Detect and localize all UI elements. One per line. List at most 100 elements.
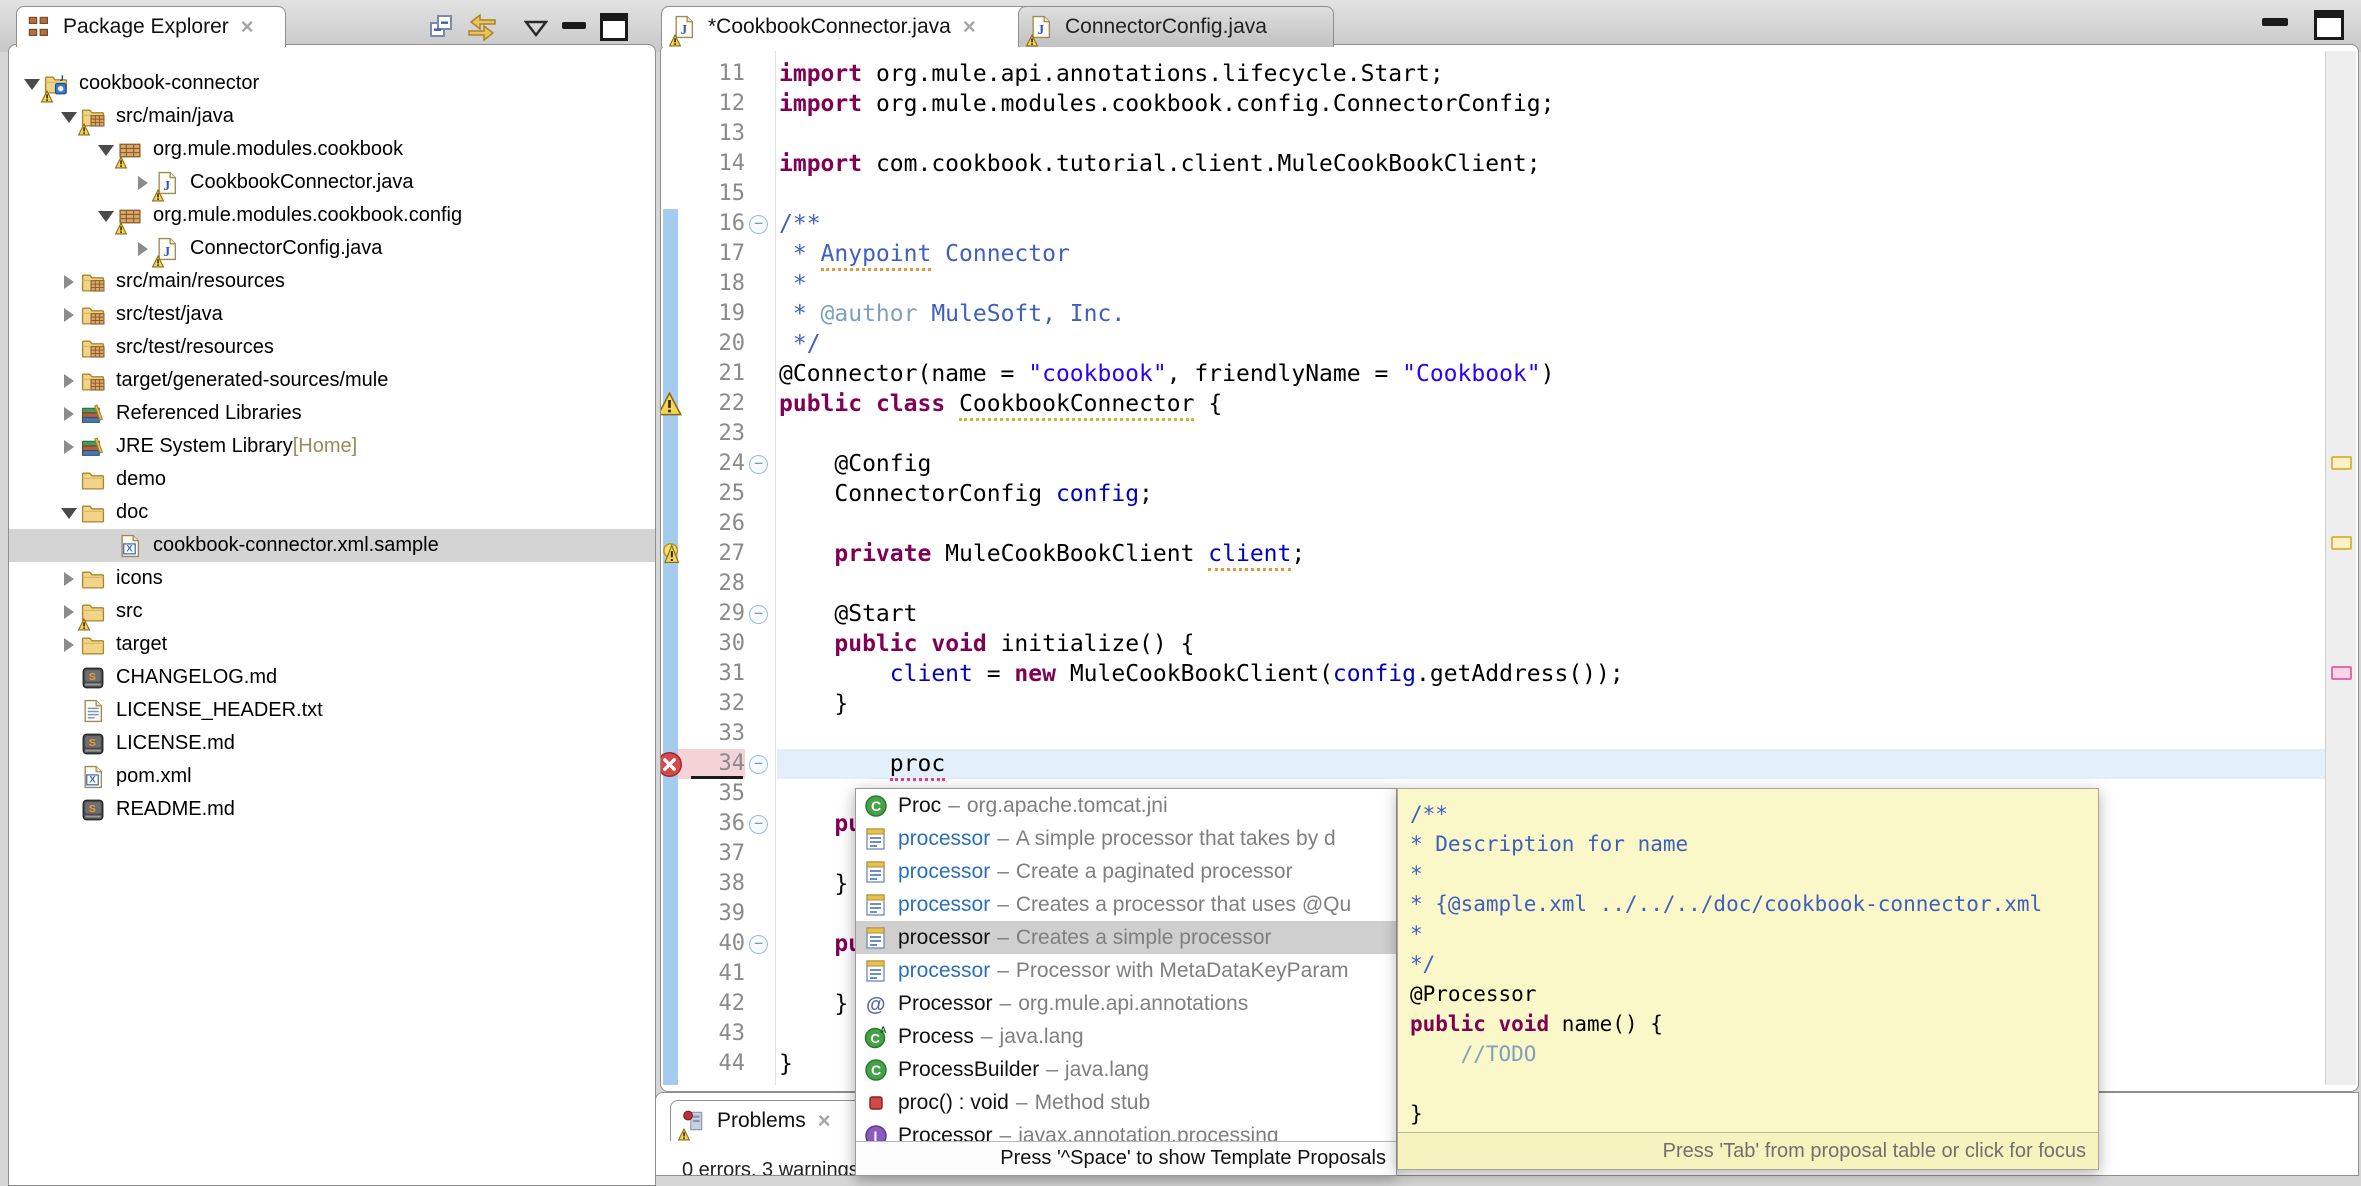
code-line-20[interactable]: 20 */ [661, 329, 2325, 359]
warning-marker[interactable] [2331, 536, 2352, 550]
tree-item[interactable]: demo [9, 463, 655, 496]
code-line-11[interactable]: 11import org.mule.api.annotations.lifecy… [661, 59, 2325, 89]
chevron-collapsed-icon[interactable] [60, 307, 81, 323]
code-line-30[interactable]: 30 public void initialize() { [661, 629, 2325, 659]
fold-collapse-icon[interactable]: − [749, 935, 768, 954]
view-maximize-button[interactable] [600, 13, 628, 41]
fold-collapse-icon[interactable]: − [749, 605, 768, 624]
fold-collapse-icon[interactable]: − [749, 755, 768, 774]
bulb-warning-gutter-icon[interactable] [660, 541, 683, 568]
code-text: * [779, 269, 807, 299]
close-icon[interactable]: × [241, 16, 254, 38]
chevron-collapsed-icon[interactable] [60, 406, 81, 422]
tree-item[interactable]: src/test/resources [9, 331, 655, 364]
tree-item[interactable]: target/generated-sources/mule [9, 364, 655, 397]
tree-item[interactable]: org.mule.modules.cookbook.config [9, 199, 655, 232]
chevron-collapsed-icon[interactable] [60, 637, 81, 653]
completion-item[interactable]: CProc–org.apache.tomcat.jni [856, 789, 1396, 822]
completion-item[interactable]: CAProcess–java.lang [856, 1020, 1396, 1053]
tree-item[interactable]: JCookbookConnector.java [9, 166, 655, 199]
content-assist-list[interactable]: CProc–org.apache.tomcat.jniprocessor–A s… [856, 789, 1396, 1141]
fold-collapse-icon[interactable]: − [749, 815, 768, 834]
tree-item-label: org.mule.modules.cookbook [153, 138, 403, 161]
tree-item[interactable]: JRE System Library [Home] [9, 430, 655, 463]
editor-tab-connectorconfig[interactable]: J ConnectorConfig.java [1018, 6, 1334, 47]
code-line-12[interactable]: 12import org.mule.modules.cookbook.confi… [661, 89, 2325, 119]
tree-item[interactable]: src/test/java [9, 298, 655, 331]
warning-marker[interactable] [2331, 456, 2352, 470]
code-line-21[interactable]: 21@Connector(name = "cookbook", friendly… [661, 359, 2325, 389]
completion-item[interactable]: processor–Creates a simple processor [856, 921, 1396, 954]
tree-item[interactable]: Jcookbook-connector [9, 67, 655, 100]
close-icon[interactable]: × [818, 1110, 831, 1132]
tree-item[interactable]: src/main/java [9, 100, 655, 133]
code-line-25[interactable]: 25 ConnectorConfig config; [661, 479, 2325, 509]
completion-item[interactable]: processor–Processor with MetaDataKeyPara… [856, 954, 1396, 987]
code-line-16[interactable]: 16−/** [661, 209, 2325, 239]
code-line-13[interactable]: 13 [661, 119, 2325, 149]
view-menu-icon[interactable] [524, 20, 548, 43]
code-line-19[interactable]: 19 * @author MuleSoft, Inc. [661, 299, 2325, 329]
code-line-28[interactable]: 28 [661, 569, 2325, 599]
tree-item[interactable]: target [9, 628, 655, 661]
tree-item[interactable]: org.mule.modules.cookbook [9, 133, 655, 166]
code-line-18[interactable]: 18 * [661, 269, 2325, 299]
tree-item[interactable]: src [9, 595, 655, 628]
fold-collapse-icon[interactable]: − [749, 455, 768, 474]
view-minimize-button[interactable] [562, 22, 586, 29]
package-explorer-tab[interactable]: Package Explorer × [16, 6, 286, 47]
error-gutter-icon[interactable] [660, 751, 683, 778]
chevron-collapsed-icon[interactable] [60, 373, 81, 389]
code-line-14[interactable]: 14import com.cookbook.tutorial.client.Mu… [661, 149, 2325, 179]
editor-tab-cookbookconnector[interactable]: J *CookbookConnector.java × [661, 6, 1039, 47]
code-line-17[interactable]: 17 * Anypoint Connector [661, 239, 2325, 269]
tree-item[interactable]: LICENSE_HEADER.txt [9, 694, 655, 727]
chevron-collapsed-icon[interactable] [60, 439, 81, 455]
code-line-22[interactable]: 22public class CookbookConnector { [661, 389, 2325, 419]
collapse-all-icon[interactable] [428, 13, 456, 46]
tree-item[interactable]: SCHANGELOG.md [9, 661, 655, 694]
tree-item[interactable]: Xcookbook-connector.xml.sample [9, 529, 655, 562]
tree-item[interactable]: Referenced Libraries [9, 397, 655, 430]
code-line-31[interactable]: 31 client = new MuleCookBookClient(confi… [661, 659, 2325, 689]
chevron-collapsed-icon[interactable] [60, 571, 81, 587]
completion-item[interactable]: CProcessBuilder–java.lang [856, 1053, 1396, 1086]
close-icon[interactable]: × [963, 16, 976, 38]
tree-item[interactable]: SLICENSE.md [9, 727, 655, 760]
code-line-34[interactable]: 34− proc [661, 749, 2325, 779]
link-with-editor-icon[interactable] [466, 11, 498, 48]
tree-item[interactable]: icons [9, 562, 655, 595]
completion-item[interactable]: processor–Creates a processor that uses … [856, 888, 1396, 921]
code-line-27[interactable]: 27 private MuleCookBookClient client; [661, 539, 2325, 569]
warning-gutter-icon[interactable] [660, 391, 683, 418]
completion-item[interactable]: processor–A simple processor that takes … [856, 822, 1396, 855]
warning-overlay-icon [114, 218, 128, 231]
task-marker[interactable] [2331, 666, 2352, 680]
code-line-15[interactable]: 15 [661, 179, 2325, 209]
code-line-32[interactable]: 32 } [661, 689, 2325, 719]
code-line-24[interactable]: 24− @Config [661, 449, 2325, 479]
overview-ruler[interactable] [2325, 51, 2356, 1085]
javadoc-line [1410, 1069, 2094, 1099]
code-line-26[interactable]: 26 [661, 509, 2325, 539]
package-explorer-tree[interactable]: Jcookbook-connectorsrc/main/java org.mule… [9, 67, 655, 826]
tree-item[interactable]: src/main/resources [9, 265, 655, 298]
completion-item[interactable]: @Processor–org.mule.api.annotations [856, 987, 1396, 1020]
completion-item[interactable]: proc() : void–Method stub [856, 1086, 1396, 1119]
tree-item[interactable]: doc [9, 496, 655, 529]
code-line-33[interactable]: 33 [661, 719, 2325, 749]
code-line-29[interactable]: 29− @Start [661, 599, 2325, 629]
code-line-23[interactable]: 23 [661, 419, 2325, 449]
window-maximize-button[interactable] [2314, 10, 2344, 40]
chevron-collapsed-icon[interactable] [60, 274, 81, 290]
tree-item[interactable]: SREADME.md [9, 793, 655, 826]
tree-item[interactable]: JConnectorConfig.java [9, 232, 655, 265]
completion-item[interactable]: IProcessor–javax.annotation.processing [856, 1119, 1396, 1141]
line-number: 22 [675, 389, 745, 419]
fold-collapse-icon[interactable]: − [749, 215, 768, 234]
svg-text:X: X [89, 773, 96, 784]
chevron-expanded-icon[interactable] [60, 505, 81, 521]
tree-item[interactable]: Xpom.xml [9, 760, 655, 793]
window-minimize-button[interactable] [2262, 18, 2288, 26]
completion-item[interactable]: processor–Create a paginated processor [856, 855, 1396, 888]
